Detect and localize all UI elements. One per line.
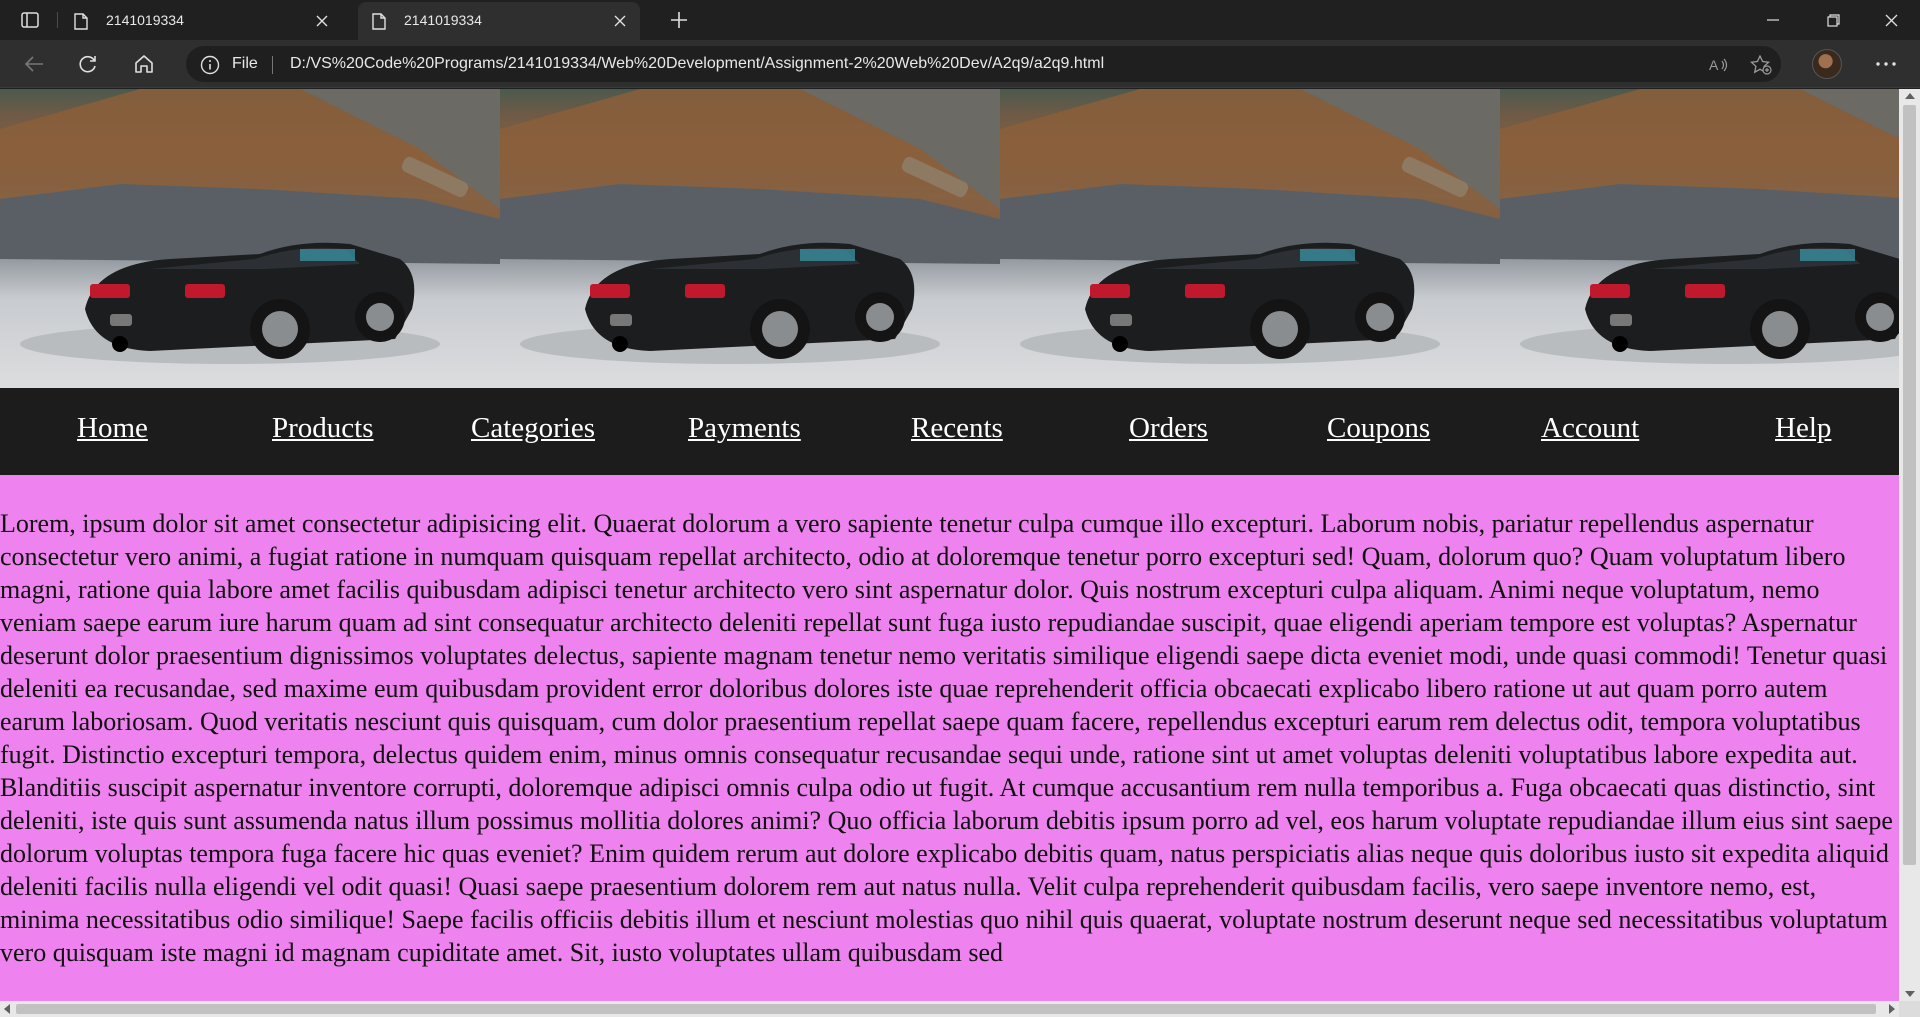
nav-link-help[interactable]: Help xyxy=(1775,412,1831,445)
scroll-right-icon[interactable] xyxy=(1889,1004,1895,1014)
nav-link-account[interactable]: Account xyxy=(1541,412,1639,445)
home-icon[interactable] xyxy=(126,48,162,80)
add-favorite-icon[interactable] xyxy=(1749,53,1773,77)
horizontal-scrollbar[interactable] xyxy=(0,1001,1899,1017)
tab-1[interactable]: 2141019334 xyxy=(60,2,342,40)
back-arrow-icon[interactable] xyxy=(16,48,52,80)
tab-title: 2141019334 xyxy=(106,12,184,28)
nav-link-orders[interactable]: Orders xyxy=(1129,412,1208,445)
avatar[interactable] xyxy=(1812,49,1842,79)
document-icon xyxy=(372,13,386,34)
url-text[interactable]: D:/VS%20Code%20Programs/2141019334/Web%2… xyxy=(290,55,1104,73)
tab-title: 2141019334 xyxy=(404,12,482,28)
close-window-icon[interactable] xyxy=(1862,0,1920,40)
scroll-down-icon[interactable] xyxy=(1905,991,1915,997)
svg-text:A: A xyxy=(1709,57,1719,73)
scrollbar-thumb[interactable] xyxy=(16,1004,1876,1014)
scroll-left-icon[interactable] xyxy=(4,1004,10,1014)
page-viewport: Home Products Categories Payments Recent… xyxy=(0,89,1899,1001)
nav-link-categories[interactable]: Categories xyxy=(471,412,595,445)
tab-2[interactable]: 2141019334 xyxy=(358,2,640,40)
scheme-label: File xyxy=(232,55,258,72)
tab-actions-icon[interactable] xyxy=(14,6,46,34)
scroll-up-icon[interactable] xyxy=(1905,93,1915,99)
nav-link-coupons[interactable]: Coupons xyxy=(1327,412,1430,445)
address-bar[interactable]: File D:/VS%20Code%20Programs/2141019334/… xyxy=(186,46,1781,82)
banner-image xyxy=(0,89,500,388)
restore-icon[interactable] xyxy=(1804,0,1862,40)
main-nav: Home Products Categories Payments Recent… xyxy=(0,388,1899,475)
more-icon[interactable] xyxy=(1868,48,1904,80)
nav-link-recents[interactable]: Recents xyxy=(911,412,1003,445)
close-icon[interactable] xyxy=(312,11,332,31)
scrollbar-thumb[interactable] xyxy=(1903,105,1916,865)
body-paragraph: Lorem, ipsum dolor sit amet consectetur … xyxy=(0,509,1893,967)
scrollbar-corner xyxy=(1899,1001,1920,1017)
nav-link-payments[interactable]: Payments xyxy=(688,412,801,445)
browser-toolbar: File D:/VS%20Code%20Programs/2141019334/… xyxy=(0,40,1920,88)
info-icon[interactable] xyxy=(200,55,220,79)
banner xyxy=(0,89,1899,388)
banner-image xyxy=(500,89,1000,388)
nav-link-products[interactable]: Products xyxy=(272,412,374,445)
read-aloud-icon[interactable]: A xyxy=(1706,53,1730,77)
document-icon xyxy=(74,13,88,34)
refresh-icon[interactable] xyxy=(70,48,106,80)
address-separator xyxy=(272,56,273,74)
plus-icon[interactable] xyxy=(664,6,694,34)
vertical-scrollbar[interactable] xyxy=(1899,89,1920,1001)
banner-image xyxy=(1500,89,1899,388)
minimize-icon[interactable] xyxy=(1744,0,1802,40)
tab-strip: 2141019334 2141019334 xyxy=(0,0,1920,40)
nav-link-home[interactable]: Home xyxy=(77,412,148,445)
banner-image xyxy=(1000,89,1500,388)
close-icon[interactable] xyxy=(610,11,630,31)
tab-separator xyxy=(57,12,58,28)
